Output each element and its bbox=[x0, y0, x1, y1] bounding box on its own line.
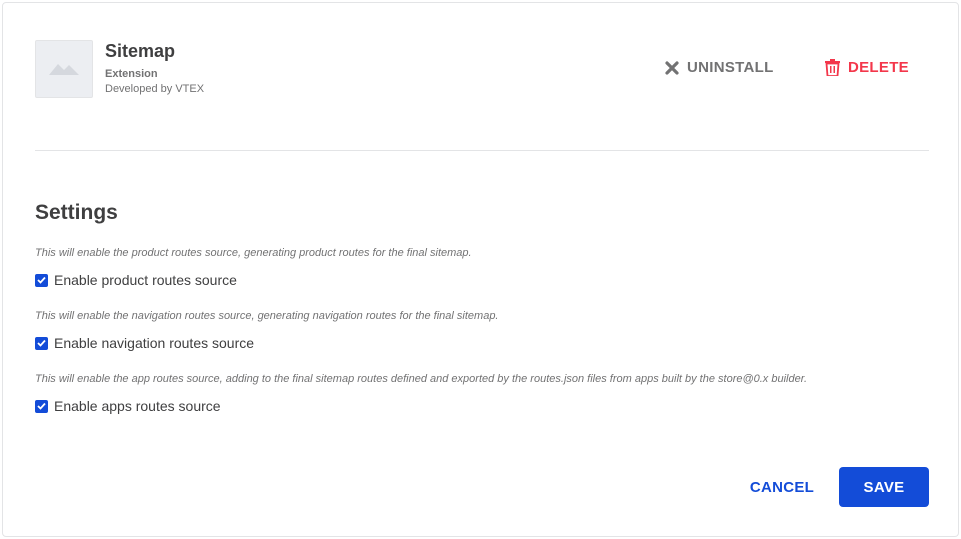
trash-icon bbox=[825, 59, 840, 76]
uninstall-button[interactable]: UNINSTALL bbox=[665, 59, 774, 76]
apps-routes-option[interactable]: Enable apps routes source bbox=[35, 398, 807, 414]
close-icon bbox=[665, 60, 679, 75]
apps-routes-label[interactable]: Enable apps routes source bbox=[54, 398, 221, 414]
setting-description: This will enable the navigation routes s… bbox=[35, 310, 499, 322]
image-placeholder-icon bbox=[49, 59, 79, 80]
setting-description: This will enable the product routes sour… bbox=[35, 247, 472, 259]
app-name: Sitemap bbox=[105, 41, 176, 61]
product-routes-checkbox[interactable] bbox=[35, 273, 48, 287]
app-settings-card: Sitemap Extension Developed by VTEX UNIN… bbox=[2, 2, 959, 537]
app-type: Extension bbox=[105, 68, 158, 80]
cancel-button[interactable]: CANCEL bbox=[739, 467, 825, 507]
product-routes-option[interactable]: Enable product routes source bbox=[35, 272, 472, 288]
setting-product-routes: This will enable the product routes sour… bbox=[35, 247, 472, 288]
navigation-routes-option[interactable]: Enable navigation routes source bbox=[35, 335, 499, 351]
uninstall-label: UNINSTALL bbox=[687, 59, 774, 76]
settings-title: Settings bbox=[35, 201, 118, 224]
app-thumbnail bbox=[35, 40, 93, 98]
header-divider bbox=[35, 150, 929, 151]
delete-button[interactable]: DELETE bbox=[825, 59, 909, 76]
product-routes-label[interactable]: Enable product routes source bbox=[54, 272, 237, 288]
navigation-routes-checkbox[interactable] bbox=[35, 336, 48, 350]
delete-label: DELETE bbox=[848, 59, 909, 76]
apps-routes-checkbox[interactable] bbox=[35, 399, 48, 413]
setting-navigation-routes: This will enable the navigation routes s… bbox=[35, 310, 499, 351]
setting-apps-routes: This will enable the app routes source, … bbox=[35, 373, 807, 414]
app-developer: Developed by VTEX bbox=[105, 83, 205, 95]
setting-description: This will enable the app routes source, … bbox=[35, 373, 808, 385]
save-button[interactable]: SAVE bbox=[839, 467, 929, 507]
navigation-routes-label[interactable]: Enable navigation routes source bbox=[54, 335, 254, 351]
